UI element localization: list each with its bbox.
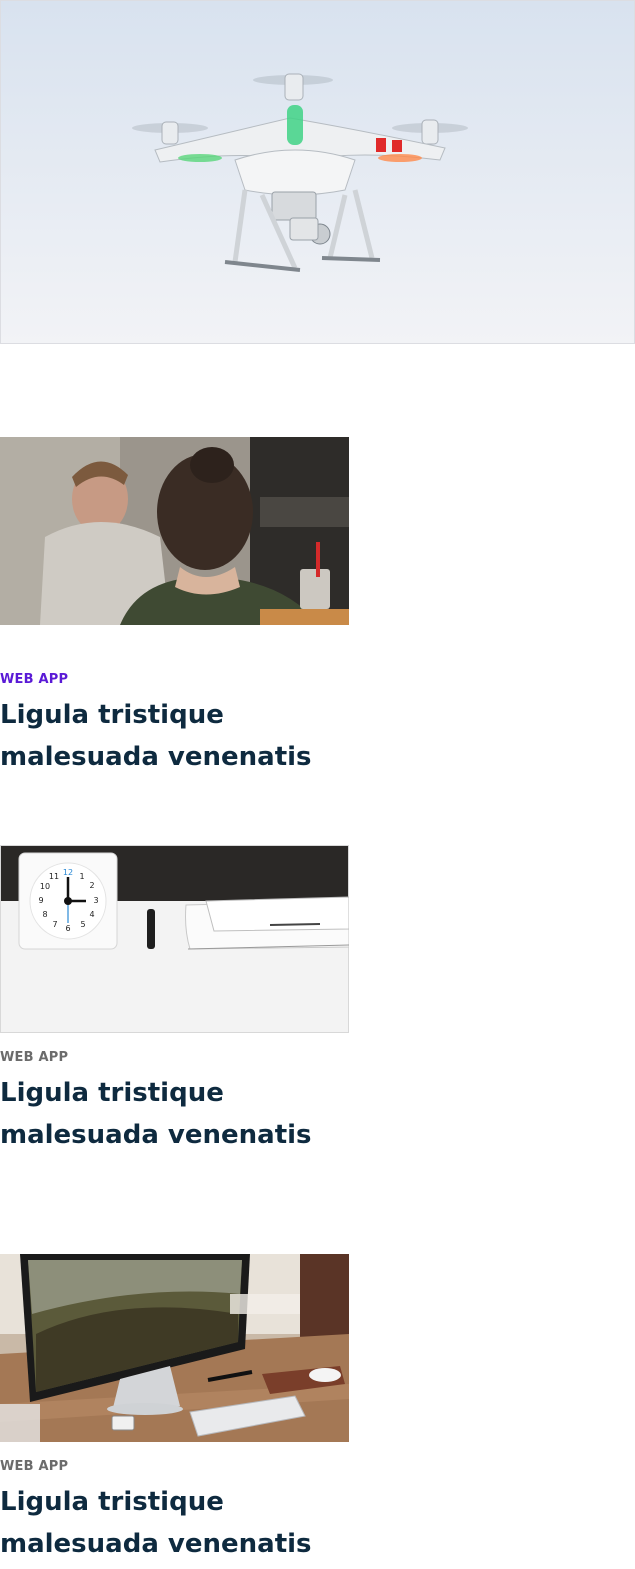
svg-text:11: 11	[49, 872, 59, 881]
svg-text:4: 4	[89, 910, 94, 919]
hero-drone-image	[0, 0, 635, 344]
card-category: WEB APP	[0, 672, 68, 687]
card-category: WEB APP	[0, 1050, 68, 1065]
card-category: WEB APP	[0, 1459, 68, 1474]
svg-text:6: 6	[65, 924, 70, 933]
desk-clock-image[interactable]: 12 1 2 3 4 5 6 7 8 9 10 11	[0, 845, 349, 1033]
card-category-label: WEB APP	[0, 1459, 69, 1474]
svg-text:5: 5	[80, 920, 85, 929]
desk-clock-photo-icon: 12 1 2 3 4 5 6 7 8 9 10 11	[0, 845, 349, 1033]
svg-text:8: 8	[42, 910, 47, 919]
card-title[interactable]: Ligula tristique malesuada venenatis	[0, 1072, 360, 1156]
svg-text:9: 9	[38, 896, 43, 905]
svg-text:7: 7	[52, 920, 57, 929]
card-title[interactable]: Ligula tristique malesuada venenatis	[0, 694, 360, 778]
desktop-monitor-photo-icon	[0, 1254, 349, 1442]
svg-text:1: 1	[79, 872, 84, 881]
card-title[interactable]: Ligula tristique malesuada venenatis	[0, 1481, 360, 1565]
drone-photo-icon	[0, 0, 635, 344]
people-meeting-image[interactable]	[0, 437, 349, 625]
svg-text:12: 12	[63, 868, 73, 877]
svg-text:10: 10	[40, 882, 50, 891]
people-meeting-photo-icon	[0, 437, 349, 625]
card-category-label: WEB APP	[0, 672, 69, 687]
svg-text:3: 3	[93, 896, 98, 905]
svg-text:2: 2	[89, 881, 94, 890]
desktop-monitor-image[interactable]	[0, 1254, 349, 1442]
card-category-label: WEB APP	[0, 1050, 69, 1065]
